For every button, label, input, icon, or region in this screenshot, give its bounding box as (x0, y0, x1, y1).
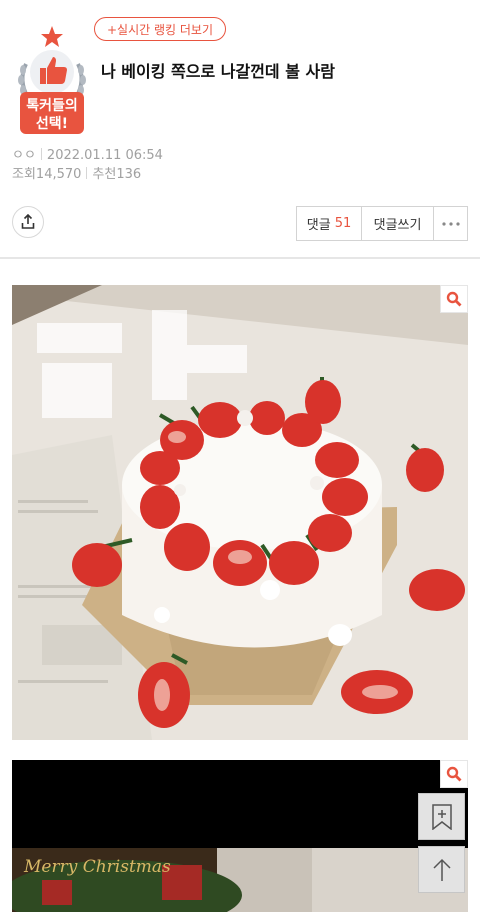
post-title: 나 베이킹 쪽으로 나갈껀데 볼 사람 (101, 62, 335, 81)
bookmark-add-icon (431, 803, 452, 830)
scroll-top-button[interactable] (418, 846, 465, 893)
christmas-photo: Merry Christmas (12, 760, 468, 912)
more-horizontal-icon (441, 221, 460, 226)
post-image-christmas[interactable]: Merry Christmas (12, 760, 468, 912)
christmas-text: Merry Christmas (23, 857, 171, 877)
author-name[interactable]: ㅇㅇ (12, 148, 36, 163)
zoom-button[interactable] (440, 285, 468, 313)
zoom-button[interactable] (440, 760, 468, 788)
write-comment-button[interactable]: 댓글쓰기 (362, 207, 434, 240)
badge-line1: 톡커들의 (26, 97, 78, 114)
recommend-count: 136 (116, 167, 142, 182)
badge-line2: 선택! (36, 115, 68, 132)
separator (86, 167, 88, 179)
share-icon (21, 214, 35, 229)
top-pick-badge: 톡커들의 선택! (12, 24, 92, 136)
search-icon (446, 766, 462, 782)
arrow-up-icon (432, 858, 451, 881)
ranking-more-link[interactable]: +실시간 랭킹 더보기 (94, 17, 227, 41)
more-button[interactable] (434, 207, 467, 240)
share-button[interactable] (12, 206, 44, 238)
cake-photo (12, 285, 468, 740)
comments-count: 51 (334, 216, 352, 231)
comments-button[interactable]: 댓글 51 (297, 207, 362, 240)
trophy-badge-icon: 톡커들의 선택! (18, 26, 86, 134)
post-meta-author-date: ㅇㅇ 2022.01.11 06:54 (12, 144, 163, 163)
post-meta-stats: 조회14,570 추천136 (12, 163, 141, 182)
section-divider (0, 257, 480, 259)
bookmark-button[interactable] (418, 793, 465, 840)
post-date: 2022.01.11 06:54 (46, 148, 163, 163)
recommend-label: 추천 (92, 167, 117, 182)
views-label: 조회 (12, 167, 36, 182)
post-action-bar: 댓글 51 댓글쓰기 (296, 206, 468, 241)
post-image-strawberry-cake[interactable] (12, 285, 468, 740)
comments-label: 댓글 (306, 218, 331, 233)
separator (40, 148, 42, 160)
views-count: 14,570 (35, 167, 82, 182)
search-icon (446, 291, 462, 307)
